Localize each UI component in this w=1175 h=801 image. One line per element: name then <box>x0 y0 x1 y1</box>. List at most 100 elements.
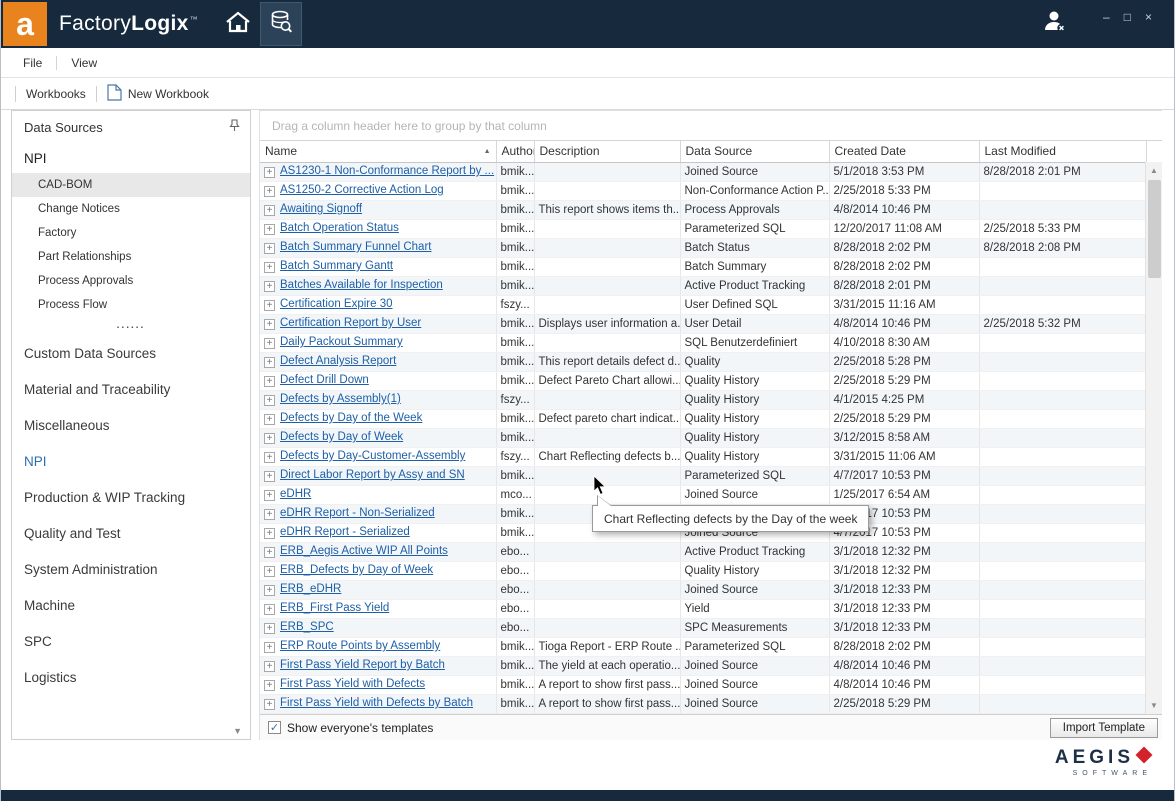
column-header-last-modified[interactable]: Last Modified <box>979 141 1146 162</box>
table-row[interactable]: +ERB_Defects by Day of Weekebo...Quality… <box>260 561 1146 580</box>
expand-icon[interactable]: + <box>264 528 275 539</box>
template-name-link[interactable]: Defects by Day of Week <box>280 431 403 443</box>
column-header-author[interactable]: Author <box>496 141 534 162</box>
table-row[interactable]: +AS1250-2 Corrective Action Logbmik...No… <box>260 181 1146 200</box>
template-name-link[interactable]: Batch Summary Funnel Chart <box>280 241 431 253</box>
expand-icon[interactable]: + <box>264 661 275 672</box>
expand-icon[interactable]: + <box>264 566 275 577</box>
template-name-link[interactable]: Certification Expire 30 <box>280 298 393 310</box>
template-name-link[interactable]: First Pass Yield Report by Batch <box>280 659 445 671</box>
pin-icon[interactable] <box>229 119 240 135</box>
expand-icon[interactable]: + <box>264 319 275 330</box>
template-name-link[interactable]: ERB_SPC <box>280 621 334 633</box>
expand-icon[interactable]: + <box>264 680 275 691</box>
template-name-link[interactable]: ERB_Aegis Active WIP All Points <box>280 545 448 557</box>
table-row[interactable]: +Batch Summary Funnel Chartbmik...Batch … <box>260 238 1146 257</box>
expand-icon[interactable]: + <box>264 699 275 710</box>
expand-icon[interactable]: + <box>264 205 275 216</box>
reports-explorer-button[interactable] <box>260 2 302 46</box>
table-row[interactable]: +eDHRmco...Joined Source1/25/2017 6:54 A… <box>260 485 1146 504</box>
template-name-link[interactable]: ERP Route Points by Assembly <box>280 640 440 652</box>
sidebar-item-process-flow[interactable]: Process Flow <box>12 293 250 317</box>
expand-icon[interactable]: + <box>264 243 275 254</box>
sidebar-item-change-notices[interactable]: Change Notices <box>12 197 250 221</box>
template-name-link[interactable]: First Pass Yield with Defects <box>280 678 425 690</box>
template-name-link[interactable]: Defect Drill Down <box>280 374 369 386</box>
show-everyones-templates-checkbox[interactable]: ✓ <box>268 721 281 734</box>
sidebar-scroll-down-icon[interactable]: ▼ <box>233 726 242 736</box>
table-row[interactable]: +Batches Available for Inspectionbmik...… <box>260 276 1146 295</box>
template-name-link[interactable]: Direct Labor Report by Assy and SN <box>280 469 465 481</box>
sidebar-category-material-and-traceability[interactable]: Material and Traceability <box>12 371 250 407</box>
sidebar-splitter[interactable]: ...... <box>12 317 250 335</box>
table-row[interactable]: +First Pass Yield Report by Batchbmik...… <box>260 656 1146 675</box>
template-name-link[interactable]: ERB_eDHR <box>280 583 341 595</box>
expand-icon[interactable]: + <box>264 471 275 482</box>
template-name-link[interactable]: Awaiting Signoff <box>280 203 362 215</box>
expand-icon[interactable]: + <box>264 357 275 368</box>
workbooks-button[interactable]: Workbooks <box>26 87 86 101</box>
table-row[interactable]: +Defect Analysis Reportbmik...This repor… <box>260 352 1146 371</box>
sidebar-category-system-administration[interactable]: System Administration <box>12 551 250 587</box>
expand-icon[interactable]: + <box>264 167 275 178</box>
template-name-link[interactable]: ERB_Defects by Day of Week <box>280 564 433 576</box>
template-name-link[interactable]: Batch Summary Gantt <box>280 260 393 272</box>
table-row[interactable]: +Batch Operation Statusbmik...Parameteri… <box>260 219 1146 238</box>
menu-view[interactable]: View <box>71 56 97 70</box>
template-name-link[interactable]: Defects by Assembly(1) <box>280 393 401 405</box>
home-button[interactable] <box>216 2 260 46</box>
scroll-down-icon[interactable]: ▼ <box>1146 697 1162 714</box>
expand-icon[interactable]: + <box>264 509 275 520</box>
sidebar-category-quality-and-test[interactable]: Quality and Test <box>12 515 250 551</box>
sidebar-group-npi[interactable]: NPI <box>12 143 250 173</box>
table-row[interactable]: +ERB_Aegis Active WIP All Pointsebo...Ac… <box>260 542 1146 561</box>
table-row[interactable]: +Defects by Assembly(1)fszy...Quality Hi… <box>260 390 1146 409</box>
template-name-link[interactable]: Defect Analysis Report <box>280 355 396 367</box>
sidebar-item-part-relationships[interactable]: Part Relationships <box>12 245 250 269</box>
table-row[interactable]: +Defect Drill Downbmik...Defect Pareto C… <box>260 371 1146 390</box>
table-row[interactable]: +Certification Report by Userbmik...Disp… <box>260 314 1146 333</box>
sidebar-item-cad-bom[interactable]: CAD-BOM <box>12 173 250 197</box>
close-button[interactable]: × <box>1145 11 1152 23</box>
menu-file[interactable]: File <box>23 56 42 70</box>
import-template-button[interactable]: Import Template <box>1050 718 1158 738</box>
table-row[interactable]: +Defects by Day-Customer-Assemblyfszy...… <box>260 447 1146 466</box>
template-name-link[interactable]: AS1250-2 Corrective Action Log <box>280 184 444 196</box>
expand-icon[interactable]: + <box>264 452 275 463</box>
expand-icon[interactable]: + <box>264 433 275 444</box>
scrollbar-thumb[interactable] <box>1148 180 1161 278</box>
expand-icon[interactable]: + <box>264 547 275 558</box>
table-row[interactable]: +First Pass Yield with Defects by Batchb… <box>260 694 1146 713</box>
template-name-link[interactable]: Daily Packout Summary <box>280 336 403 348</box>
template-name-link[interactable]: eDHR Report - Non-Serialized <box>280 507 435 519</box>
expand-icon[interactable]: + <box>264 281 275 292</box>
template-name-link[interactable]: Batch Operation Status <box>280 222 399 234</box>
expand-icon[interactable]: + <box>264 414 275 425</box>
group-by-drop-zone[interactable]: Drag a column header here to group by th… <box>260 111 1162 141</box>
vertical-scrollbar[interactable]: ▲ ▼ <box>1145 162 1162 714</box>
template-name-link[interactable]: ERB_First Pass Yield <box>280 602 389 614</box>
template-name-link[interactable]: Defects by Day-Customer-Assembly <box>280 450 465 462</box>
column-header-name[interactable]: Name▲ <box>260 141 496 162</box>
minimize-button[interactable]: – <box>1103 11 1110 23</box>
expand-icon[interactable]: + <box>264 376 275 387</box>
sidebar-item-factory[interactable]: Factory <box>12 221 250 245</box>
column-header-created-date[interactable]: Created Date <box>829 141 979 162</box>
expand-icon[interactable]: + <box>264 642 275 653</box>
expand-icon[interactable]: + <box>264 490 275 501</box>
table-row[interactable]: +ERB_SPCebo...SPC Measurements3/1/2018 1… <box>260 618 1146 637</box>
table-row[interactable]: +Defects by Day of Weekbmik...Quality Hi… <box>260 428 1146 447</box>
table-row[interactable]: +ERB_First Pass Yieldebo...Yield3/1/2018… <box>260 599 1146 618</box>
table-row[interactable]: +ERP Route Points by Assemblybmik...Tiog… <box>260 637 1146 656</box>
sidebar-category-npi[interactable]: NPI <box>12 443 250 479</box>
new-workbook-button[interactable]: New Workbook <box>107 84 209 104</box>
expand-icon[interactable]: + <box>264 585 275 596</box>
table-row[interactable]: +Batch Summary Ganttbmik...Batch Summary… <box>260 257 1146 276</box>
table-row[interactable]: +Daily Packout Summarybmik...SQL Benutze… <box>260 333 1146 352</box>
table-row[interactable]: +Awaiting Signoffbmik...This report show… <box>260 200 1146 219</box>
expand-icon[interactable]: + <box>264 604 275 615</box>
column-header-description[interactable]: Description <box>534 141 680 162</box>
maximize-button[interactable]: □ <box>1124 11 1131 23</box>
table-row[interactable]: +ERB_eDHRebo...Joined Source3/1/2018 12:… <box>260 580 1146 599</box>
expand-icon[interactable]: + <box>264 262 275 273</box>
